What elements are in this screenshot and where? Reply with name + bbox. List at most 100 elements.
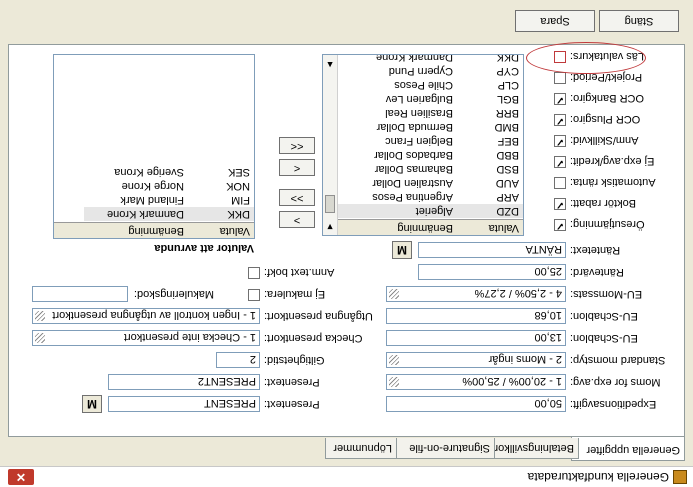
currency-name: Finland Mark	[120, 194, 184, 206]
tab-signature-on-file[interactable]: Signature-on-file	[391, 438, 495, 459]
presentext-label-2: Presentext:	[264, 376, 320, 388]
dropdown-grip-icon	[35, 311, 45, 321]
column-valuta[interactable]: Valuta	[220, 223, 250, 238]
utgangna-presentkort-select[interactable]: 1 - Ingen kontroll av utgångna presentko…	[32, 308, 260, 324]
currency-name: Bermuda Dollar	[376, 121, 453, 133]
rantevard-field[interactable]: 25,00	[418, 264, 566, 280]
list-item[interactable]: BRR Brasilien Real	[338, 106, 523, 120]
eu-schablon-label-2: EU-Schablon:	[570, 310, 638, 322]
selected-currency-list[interactable]: Valuta Benämning DKK Danmark Krone FIM Fin…	[53, 54, 255, 239]
list-item[interactable]: SEK Sverige Krona	[84, 165, 254, 179]
ocr-plusgiro-checkbox[interactable]: ✓	[554, 114, 566, 126]
rantetext-field[interactable]: RÄNTA	[418, 242, 566, 258]
column-benamning[interactable]: Benämning	[128, 223, 184, 238]
eu-momssats-select[interactable]: 4 - 2,50% / 2,27%	[386, 286, 566, 302]
currency-name: Brasilien Real	[385, 107, 453, 119]
eu-schablon-label-1: EU-Schablon:	[570, 332, 638, 344]
presentext-field-1[interactable]: PRESENT	[108, 396, 260, 412]
list-item[interactable]: FIM Finland Mark	[84, 193, 254, 207]
list-item[interactable]: BEF Belgien Franc	[338, 134, 523, 148]
column-benamning[interactable]: Benämning	[397, 220, 453, 235]
save-button[interactable]: Spara	[515, 10, 595, 32]
list-item[interactable]: BGL Bulgarien Lev	[338, 92, 523, 106]
currency-list[interactable]: Valuta Benämning DZD Algeriet ARP Argentin…	[322, 54, 524, 236]
currency-code: ARP	[496, 191, 519, 203]
ej-makulera-checkbox[interactable]	[248, 289, 260, 301]
currency-code: DZD	[496, 205, 519, 217]
scroll-down-arrow-icon[interactable]: ▼	[324, 221, 336, 233]
currency-name: Belgien Franc	[385, 135, 453, 147]
list-item[interactable]: DKK Danmark Krone	[84, 207, 254, 221]
list-item[interactable]: DZD Algeriet	[338, 204, 523, 218]
tab-betalningsvillkor[interactable]: Betalningsvillkor	[489, 438, 579, 459]
list-item[interactable]: BMD Bermuda Dollar	[338, 120, 523, 134]
giltighetstid-label: Giltighetstid:	[264, 354, 325, 366]
oresutjamning-checkbox[interactable]: ✓	[554, 219, 566, 231]
moms-exp-avg-select[interactable]: 1 - 20,00% / 25,00%	[386, 374, 566, 390]
move-right-button[interactable]: >	[279, 211, 315, 228]
close-window-button[interactable]: ✕	[8, 469, 34, 485]
scroll-thumb[interactable]	[325, 195, 335, 213]
list-item[interactable]: AUD Australien Dollar	[338, 176, 523, 190]
currency-name: Danmark Krone	[106, 208, 184, 220]
makuleringskod-field[interactable]	[32, 286, 128, 302]
currency-name: Danmark Krone	[375, 54, 453, 63]
list-item[interactable]: CYP Cypern Pund	[338, 64, 523, 78]
checka-presentkort-value: 1 - Checka inte presentkort	[123, 331, 256, 343]
selected-list-title: Valutor att avrunda	[154, 242, 254, 254]
move-left-button[interactable]: <	[279, 159, 315, 176]
tab-lopnummer[interactable]: Löpnummer	[325, 438, 397, 459]
dropdown-grip-icon	[389, 377, 399, 387]
list-item[interactable]: BSD Bahamas Dollar	[338, 162, 523, 176]
anm-text-bokf-checkbox[interactable]	[248, 267, 260, 279]
eu-schablon-field-2[interactable]: 10,68	[386, 308, 566, 324]
ocr-plusgiro-label: OCR Plusgiro:	[570, 113, 641, 125]
list-item[interactable]: CLP Chile Pesos	[338, 78, 523, 92]
currency-code: NOK	[226, 180, 250, 192]
makuleringskod-label: Makuleringskod:	[133, 288, 214, 300]
window: Generella kundfakturadata ✕ Generella up…	[0, 0, 693, 487]
search-icon: M	[87, 397, 97, 411]
projekt-period-checkbox[interactable]	[554, 72, 566, 84]
scroll-up-arrow-icon[interactable]: ▲	[324, 59, 336, 71]
eu-schablon-field-1[interactable]: 13,00	[386, 330, 566, 346]
column-valuta[interactable]: Valuta	[489, 220, 519, 235]
ej-exp-avg-kredit-checkbox[interactable]: ✓	[554, 156, 566, 168]
ocr-bankgiro-checkbox[interactable]: ✓	[554, 93, 566, 105]
standard-momstyp-value: 2 - Moms ingår	[488, 353, 562, 365]
currency-name: Cypern Pund	[388, 65, 453, 77]
expeditionsavgift-label: Expeditionsavgift:	[570, 398, 657, 410]
currency-code: DKK	[496, 54, 519, 63]
currency-code: AUD	[495, 177, 519, 189]
move-all-right-button[interactable]: >>	[279, 189, 315, 206]
automatisk-ranta-checkbox[interactable]	[554, 177, 566, 189]
moms-exp-avg-value: 1 - 20,00% / 25,00%	[462, 375, 562, 387]
expeditionsavgift-field[interactable]: 50,00	[386, 396, 566, 412]
presentext-search-button[interactable]: M	[82, 395, 102, 413]
close-button[interactable]: Stäng	[599, 10, 679, 32]
standard-momstyp-select[interactable]: 2 - Moms ingår	[386, 352, 566, 368]
anm-skillkvid-checkbox[interactable]: ✓	[554, 135, 566, 147]
checka-presentkort-select[interactable]: 1 - Checka inte presentkort	[32, 330, 260, 346]
presentext-field-2[interactable]: PRESENT2	[108, 374, 260, 390]
currency-name: Bahamas Dollar	[374, 163, 453, 175]
dropdown-grip-icon	[389, 289, 399, 299]
list-item[interactable]: DKK Danmark Krone	[338, 54, 523, 64]
list-item[interactable]: ARP Argentina Pesos	[338, 190, 523, 204]
giltighetstid-field[interactable]: 2	[216, 352, 260, 368]
boktor-rabatt-label: Boktör rabatt:	[570, 197, 637, 209]
move-all-left-button[interactable]: <<	[279, 137, 315, 154]
currency-list-scrollbar[interactable]: ▼ ▲	[322, 55, 338, 235]
tab-generella-uppgifter[interactable]: Generella uppgifter	[571, 437, 685, 461]
general-panel: Expeditionsavgift: 50,00 Moms for exp.av…	[8, 42, 685, 437]
currency-code: BEF	[497, 135, 519, 147]
boktor-rabatt-checkbox[interactable]: ✓	[554, 198, 566, 210]
rantetext-search-button[interactable]: M	[392, 241, 412, 259]
currency-name: Norge Krone	[121, 180, 184, 192]
utgangna-presentkort-value: 1 - Ingen kontroll av utgångna presentko…	[52, 309, 256, 321]
window-title: Generella kundfakturadata	[527, 470, 669, 484]
currency-code: BRR	[495, 107, 519, 119]
currency-code: FIM	[231, 194, 250, 206]
list-item[interactable]: NOK Norge Krone	[84, 179, 254, 193]
list-item[interactable]: BBD Barbados Dollar	[338, 148, 523, 162]
